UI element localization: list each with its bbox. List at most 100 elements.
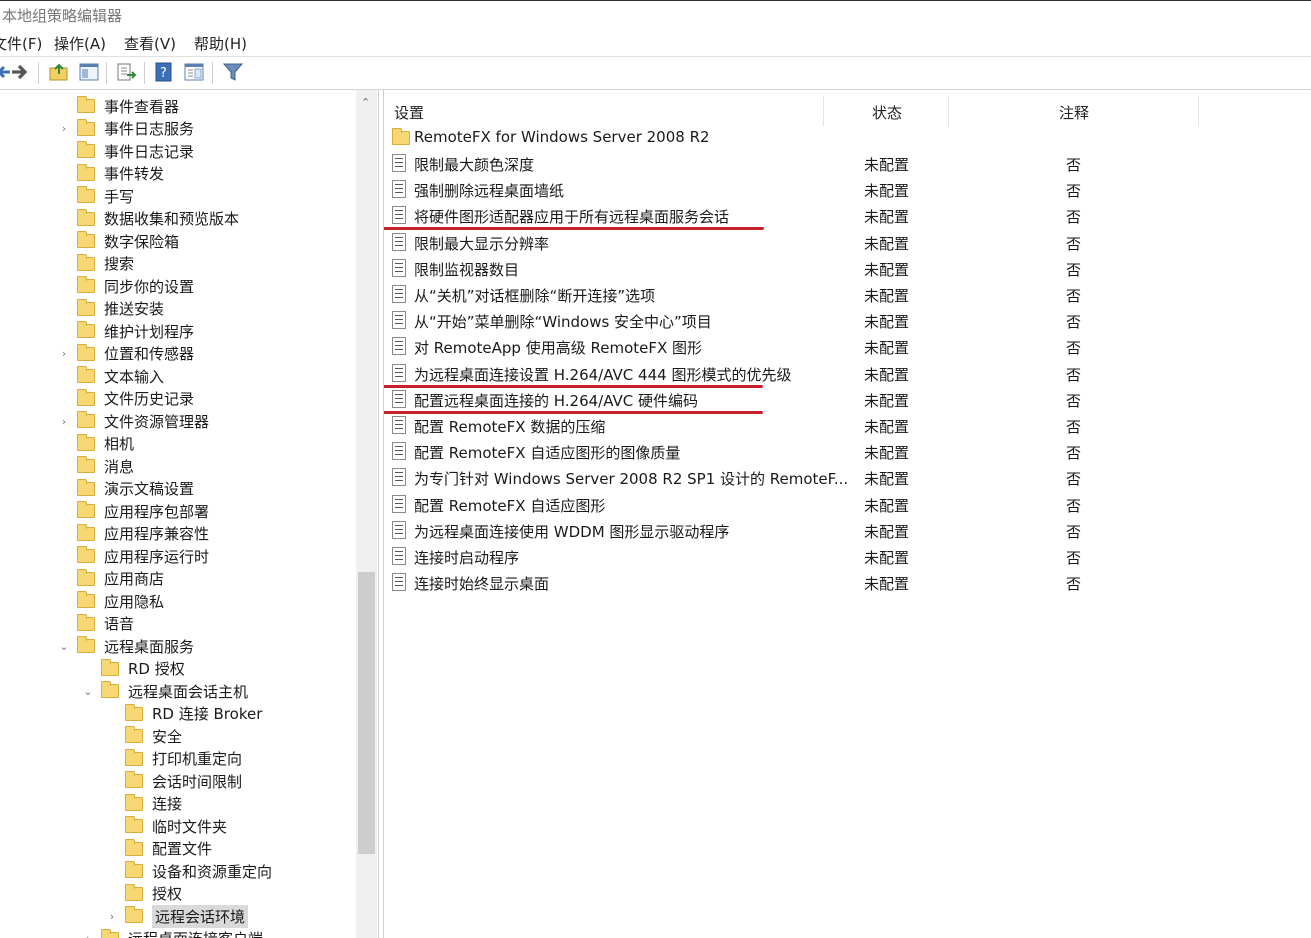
tree-item[interactable]: RD 连接 Broker bbox=[105, 703, 262, 725]
tree-scrollbar[interactable]: ⌃ bbox=[356, 90, 377, 938]
show-hide-tree-icon[interactable] bbox=[78, 61, 100, 83]
policy-row[interactable]: 配置 RemoteFX 自适应图形 未配置 否 bbox=[384, 493, 1311, 517]
expand-icon[interactable]: › bbox=[57, 122, 71, 135]
policy-row[interactable]: 配置 RemoteFX 自适应图形的图像质量 未配置 否 bbox=[384, 440, 1311, 464]
tree-item[interactable]: ⌄ 远程桌面服务 bbox=[57, 635, 194, 657]
tree-item[interactable]: 文件历史记录 bbox=[57, 388, 194, 410]
policy-row[interactable]: 连接时始终显示桌面 未配置 否 bbox=[384, 571, 1311, 595]
collapse-icon[interactable]: ⌄ bbox=[57, 640, 71, 653]
tree-item[interactable]: 应用程序兼容性 bbox=[57, 523, 209, 545]
policy-name: 为远程桌面连接使用 WDDM 图形显示驱动程序 bbox=[414, 522, 730, 541]
tree-item[interactable]: 事件日志记录 bbox=[57, 140, 194, 162]
column-state[interactable]: 状态 bbox=[872, 102, 902, 123]
tree-item[interactable]: 安全 bbox=[105, 725, 182, 747]
tree-item[interactable]: 配置文件 bbox=[105, 838, 212, 860]
tree-item[interactable]: 临时文件夹 bbox=[105, 815, 227, 837]
forward-icon[interactable] bbox=[9, 61, 31, 83]
policy-row[interactable]: 连接时启动程序 未配置 否 bbox=[384, 545, 1311, 569]
tree-item-label: 消息 bbox=[104, 457, 135, 476]
expand-icon[interactable]: › bbox=[81, 932, 95, 938]
policy-row[interactable]: 限制最大颜色深度 未配置 否 bbox=[384, 152, 1311, 176]
tree-item[interactable]: 数据收集和预览版本 bbox=[57, 208, 239, 230]
tree-item[interactable]: 连接 bbox=[105, 793, 182, 815]
policy-row[interactable]: 为专门针对 Windows Server 2008 R2 SP1 设计的 Rem… bbox=[384, 466, 1311, 490]
tree-item[interactable]: 搜索 bbox=[57, 253, 134, 275]
folder-icon bbox=[77, 568, 95, 586]
tree-item[interactable]: 数字保险箱 bbox=[57, 230, 179, 252]
export-list-icon[interactable] bbox=[115, 61, 137, 83]
expand-icon[interactable]: › bbox=[57, 347, 71, 360]
expand-icon[interactable]: › bbox=[57, 415, 71, 428]
folder-row[interactable]: RemoteFX for Windows Server 2008 R2 bbox=[384, 126, 1311, 150]
menu-action[interactable]: 操作(A) bbox=[54, 33, 106, 54]
tree-item[interactable]: 设备和资源重定向 bbox=[105, 860, 272, 882]
tree-item[interactable]: › 文件资源管理器 bbox=[57, 410, 209, 432]
policy-row[interactable]: 对 RemoteApp 使用高级 RemoteFX 图形 未配置 否 bbox=[384, 335, 1311, 359]
policy-row[interactable]: 将硬件图形适配器应用于所有远程桌面服务会话 未配置 否 bbox=[384, 204, 1311, 228]
tree-item-label: 应用程序运行时 bbox=[104, 547, 210, 566]
policy-setting-icon bbox=[392, 311, 406, 330]
policy-row[interactable]: 配置 RemoteFX 数据的压缩 未配置 否 bbox=[384, 414, 1311, 438]
column-note[interactable]: 注释 bbox=[1059, 102, 1089, 123]
tree-item[interactable]: RD 授权 bbox=[81, 658, 185, 680]
filter-icon[interactable] bbox=[222, 61, 244, 83]
policy-name: 配置远程桌面连接的 H.264/AVC 硬件编码 bbox=[414, 391, 699, 410]
tree-item[interactable]: 应用商店 bbox=[57, 568, 164, 590]
tree-item[interactable]: 授权 bbox=[105, 883, 182, 905]
tree-item-label: 文件资源管理器 bbox=[104, 412, 210, 431]
expand-icon[interactable]: › bbox=[105, 910, 119, 923]
tree-item[interactable]: 相机 bbox=[57, 433, 134, 455]
tree-item[interactable]: 手写 bbox=[57, 185, 134, 207]
settings-pane: 设置 状态 注释 RemoteFX for Windows Server 200… bbox=[384, 90, 1311, 938]
scroll-up-icon[interactable]: ⌃ bbox=[361, 96, 370, 109]
tree-item[interactable]: › 事件日志服务 bbox=[57, 118, 194, 140]
policy-row[interactable]: 配置远程桌面连接的 H.264/AVC 硬件编码 未配置 否 bbox=[384, 388, 1311, 412]
tree-item[interactable]: 应用隐私 bbox=[57, 590, 164, 612]
policy-row[interactable]: 强制删除远程桌面墙纸 未配置 否 bbox=[384, 178, 1311, 202]
policy-row[interactable]: 限制监视器数目 未配置 否 bbox=[384, 257, 1311, 281]
menu-view[interactable]: 查看(V) bbox=[124, 33, 176, 54]
tree-item[interactable]: 应用程序运行时 bbox=[57, 545, 209, 567]
tree-item[interactable]: 打印机重定向 bbox=[105, 748, 242, 770]
help-icon[interactable]: ? bbox=[153, 61, 175, 83]
tree-item[interactable]: 推送安装 bbox=[57, 298, 164, 320]
tree-item[interactable]: 事件转发 bbox=[57, 163, 164, 185]
tree-item-label: 临时文件夹 bbox=[152, 817, 228, 836]
tree-item[interactable]: › 远程会话环境 bbox=[105, 904, 249, 928]
column-separator[interactable] bbox=[1198, 96, 1199, 126]
policy-state: 未配置 bbox=[864, 234, 910, 253]
tree-item[interactable]: 语音 bbox=[57, 613, 134, 635]
column-separator[interactable] bbox=[823, 96, 824, 126]
tree-item[interactable]: 文本输入 bbox=[57, 365, 164, 387]
up-folder-icon[interactable] bbox=[48, 61, 70, 83]
policy-state: 未配置 bbox=[864, 287, 910, 305]
properties-icon[interactable] bbox=[183, 61, 205, 83]
tree-item[interactable]: 同步你的设置 bbox=[57, 275, 194, 297]
policy-row[interactable]: 为远程桌面连接使用 WDDM 图形显示驱动程序 未配置 否 bbox=[384, 519, 1311, 543]
policy-row[interactable]: 限制最大显示分辨率 未配置 否 bbox=[384, 231, 1311, 255]
tree-item[interactable]: 应用程序包部署 bbox=[57, 500, 209, 522]
policy-row[interactable]: 为远程桌面连接设置 H.264/AVC 444 图形模式的优先级 未配置 否 bbox=[384, 362, 1311, 386]
tree-item[interactable]: 事件查看器 bbox=[57, 95, 179, 117]
policy-setting-icon bbox=[392, 494, 406, 513]
folder-icon bbox=[125, 883, 143, 901]
tree-item[interactable]: 维护计划程序 bbox=[57, 320, 194, 342]
menu-file[interactable]: 文件(F) bbox=[0, 33, 42, 54]
tree-item[interactable]: › 远程桌面连接客户端 bbox=[81, 928, 263, 938]
tree-item[interactable]: 会话时间限制 bbox=[105, 770, 242, 792]
tree-item[interactable]: › 位置和传感器 bbox=[57, 343, 194, 365]
scrollbar-thumb[interactable] bbox=[358, 572, 375, 854]
tree-item[interactable]: 演示文稿设置 bbox=[57, 478, 194, 500]
menu-help[interactable]: 帮助(H) bbox=[194, 33, 247, 54]
collapse-icon[interactable]: ⌄ bbox=[81, 685, 95, 698]
tree-item[interactable]: ⌄ 远程桌面会话主机 bbox=[81, 680, 248, 702]
policy-row[interactable]: 从“关机”对话框删除“断开连接”选项 未配置 否 bbox=[384, 283, 1311, 307]
policy-note: 否 bbox=[1066, 470, 1082, 489]
tree-item[interactable]: 消息 bbox=[57, 455, 134, 477]
policy-note: 否 bbox=[1066, 575, 1082, 594]
column-separator[interactable] bbox=[948, 96, 949, 126]
folder-icon bbox=[77, 613, 95, 631]
column-setting[interactable]: 设置 bbox=[394, 102, 424, 123]
policy-row[interactable]: 从“开始”菜单删除“Windows 安全中心”项目 未配置 否 bbox=[384, 309, 1311, 333]
folder-icon bbox=[77, 208, 95, 226]
